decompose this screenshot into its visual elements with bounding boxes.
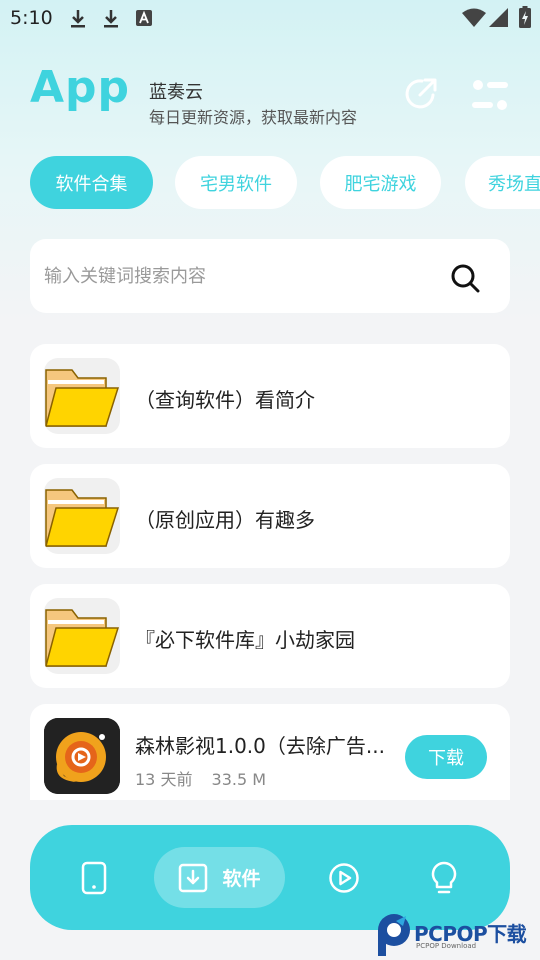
search-button[interactable] <box>450 263 480 297</box>
app-size: 33.5 M <box>211 770 267 789</box>
folder-icon <box>44 598 120 674</box>
folder-item[interactable]: （原创应用）有趣多 <box>30 464 510 568</box>
signal-icon <box>489 8 509 32</box>
share-button[interactable] <box>403 76 439 116</box>
app-title: 森林影视1.0.0（去除广告... <box>135 734 385 758</box>
phone-icon <box>81 861 107 894</box>
search-bar <box>30 239 510 313</box>
tab-otaku-software[interactable]: 宅男软件 <box>175 156 297 209</box>
search-icon <box>451 264 480 293</box>
play-icon <box>329 862 359 893</box>
app-notification-icon <box>136 10 152 30</box>
watermark-subtext: PCPOP Download <box>416 942 477 950</box>
search-input[interactable] <box>44 257 444 295</box>
settings-button[interactable] <box>472 78 508 116</box>
app-name: 蓝奏云 <box>149 82 203 103</box>
download-box-icon <box>179 863 208 892</box>
download-notification-icon <box>69 8 87 34</box>
nav-phone[interactable] <box>74 847 114 908</box>
folder-icon <box>44 478 120 554</box>
nav-software[interactable]: 软件 <box>154 847 285 908</box>
tab-software-collection[interactable]: 软件合集 <box>30 156 153 209</box>
app-upload-time: 13 天前 <box>135 770 193 789</box>
lightbulb-icon <box>431 861 457 893</box>
nav-software-label: 软件 <box>222 868 261 890</box>
folder-item[interactable]: （查询软件）看简介 <box>30 344 510 448</box>
share-icon <box>405 78 437 109</box>
wifi-icon <box>462 8 486 32</box>
watermark-logo-icon <box>378 914 410 956</box>
sliders-icon <box>472 80 508 110</box>
app-icon <box>44 718 120 794</box>
download-notification-icon <box>102 8 120 34</box>
download-button[interactable]: 下载 <box>405 735 487 779</box>
folder-title: 『必下软件库』小劫家园 <box>135 628 355 652</box>
app-slogan: 每日更新资源，获取最新内容 <box>149 108 358 127</box>
battery-icon <box>519 6 531 32</box>
nav-video[interactable] <box>324 847 364 908</box>
folder-icon <box>44 358 120 434</box>
app-item[interactable]: 森林影视1.0.0（去除广告... 13 天前 33.5 M 下载 <box>30 704 510 800</box>
status-time: 5:10 <box>10 7 53 29</box>
tab-live-show[interactable]: 秀场直 <box>465 156 540 209</box>
folder-title: （原创应用）有趣多 <box>135 508 315 532</box>
app-logo: App <box>30 62 131 113</box>
folder-item[interactable]: 『必下软件库』小劫家园 <box>30 584 510 688</box>
watermark: PCPOP下载 PCPOP Download <box>374 912 540 960</box>
folder-title: （查询软件）看简介 <box>135 388 315 412</box>
status-bar: 5:10 <box>0 0 540 36</box>
nav-tips[interactable] <box>424 847 464 908</box>
tab-otaku-games[interactable]: 肥宅游戏 <box>320 156 441 209</box>
app-meta: 13 天前 33.5 M <box>135 766 266 790</box>
